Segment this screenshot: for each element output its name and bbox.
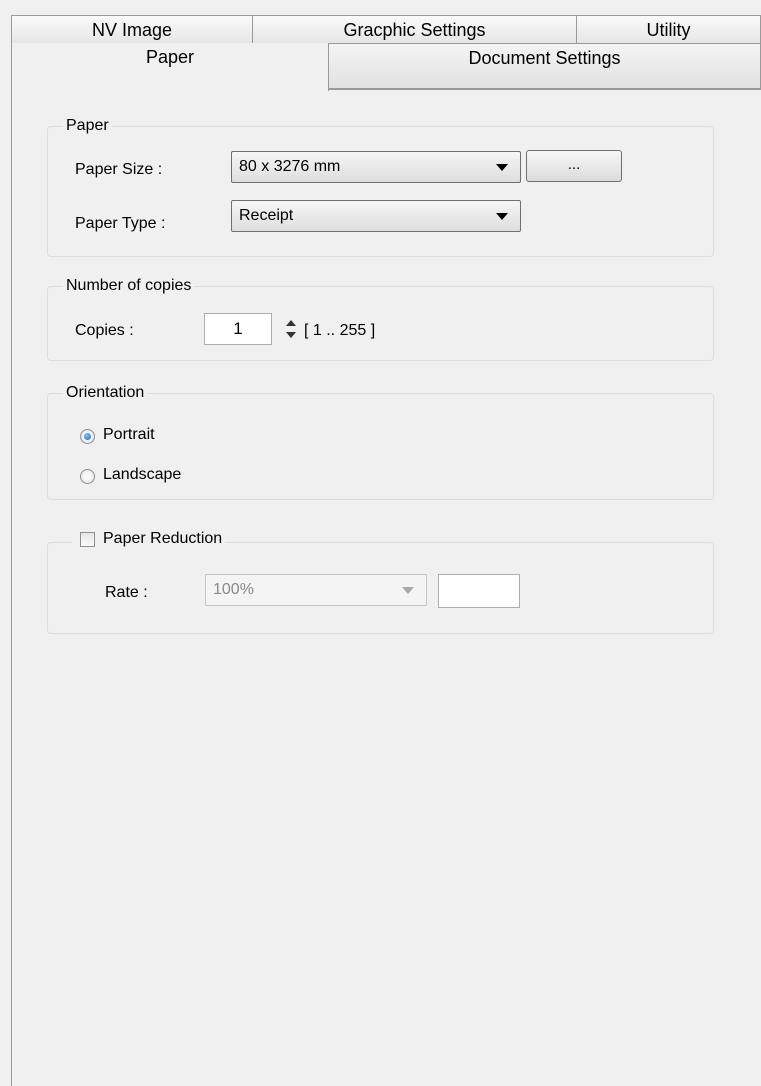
tab-paper-label: Paper xyxy=(145,47,195,67)
tab-graphic-settings[interactable]: Gracphic Settings xyxy=(252,15,577,43)
copies-range: [ 1 .. 255 ] xyxy=(304,322,376,339)
portrait-label[interactable]: Portrait xyxy=(103,424,155,446)
reduction-group: Paper Reduction Rate : 100% xyxy=(47,528,714,634)
copies-value: 1 xyxy=(233,319,243,338)
rate-dropdown[interactable]: 100% xyxy=(205,574,427,606)
copies-input[interactable]: 1 xyxy=(204,313,272,345)
paper-size-dropdown[interactable]: 80 x 3276 mm xyxy=(231,151,521,183)
rate-label: Rate : xyxy=(105,584,148,601)
chevron-down-icon xyxy=(496,213,508,220)
orientation-group-title: Orientation xyxy=(63,382,148,404)
tab-utility-label: Utility xyxy=(646,20,691,40)
tab-graphic-settings-label: Gracphic Settings xyxy=(343,20,486,40)
rate-value: 100% xyxy=(213,581,254,598)
orientation-group: Orientation Portrait Landscape xyxy=(47,382,714,500)
landscape-radio[interactable] xyxy=(80,469,95,484)
copies-group: Number of copies Copies : 1 [ 1 .. 255 ] xyxy=(47,275,714,361)
reduction-group-header: Paper Reduction xyxy=(72,528,226,550)
browse-button-label: ... xyxy=(567,156,581,173)
tab-paper[interactable]: Paper xyxy=(11,43,329,91)
arrow-up-icon[interactable] xyxy=(286,320,296,326)
printer-settings-window: NV Image Gracphic Settings Utility Paper… xyxy=(0,0,761,1086)
rate-custom-input[interactable] xyxy=(438,574,520,608)
copies-group-title: Number of copies xyxy=(63,275,195,297)
paper-reduction-label[interactable]: Paper Reduction xyxy=(103,528,222,550)
tab-nv-image-label: NV Image xyxy=(91,20,173,40)
tab-document-settings-label: Document Settings xyxy=(468,48,621,68)
tab-row-front: Paper Document Settings xyxy=(11,43,761,91)
paper-type-dropdown[interactable]: Receipt xyxy=(231,200,521,232)
paper-size-browse-button[interactable]: ... xyxy=(526,150,622,182)
tab-utility[interactable]: Utility xyxy=(576,15,761,43)
arrow-down-icon[interactable] xyxy=(286,332,296,338)
paper-size-label: Paper Size : xyxy=(75,161,163,178)
copies-label: Copies : xyxy=(75,322,134,339)
paper-size-value: 80 x 3276 mm xyxy=(239,158,341,175)
paper-group-title: Paper xyxy=(63,115,112,137)
paper-group: Paper Paper Size : 80 x 3276 mm ... Pape… xyxy=(47,115,714,257)
copies-stepper[interactable] xyxy=(283,313,297,345)
portrait-radio[interactable] xyxy=(80,429,95,444)
tab-row-back: NV Image Gracphic Settings Utility xyxy=(11,15,761,43)
tab-nv-image[interactable]: NV Image xyxy=(11,15,253,43)
chevron-down-icon xyxy=(496,164,508,171)
landscape-label[interactable]: Landscape xyxy=(103,464,181,486)
paper-type-label: Paper Type : xyxy=(75,215,166,232)
tab-document-settings[interactable]: Document Settings xyxy=(328,43,761,89)
paper-reduction-checkbox[interactable] xyxy=(80,532,95,547)
paper-type-value: Receipt xyxy=(239,207,294,224)
chevron-down-icon xyxy=(402,587,414,594)
